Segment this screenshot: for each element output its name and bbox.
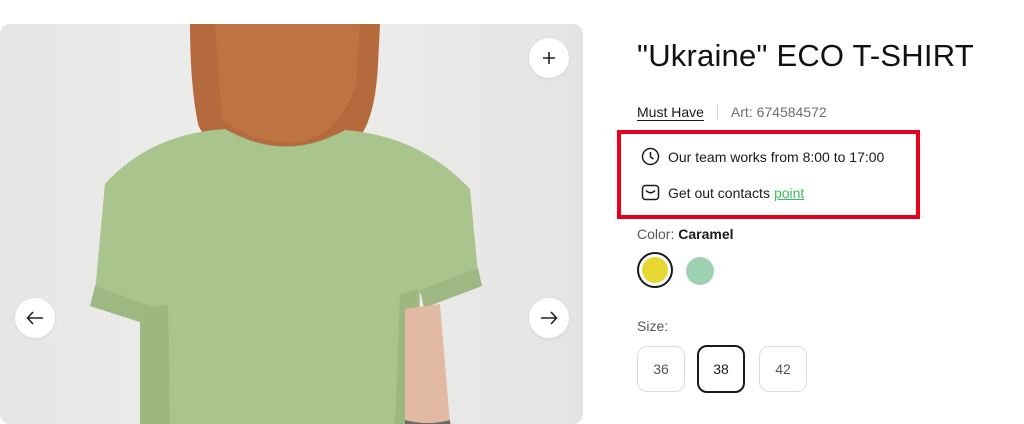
article-number: Art: 674584572 [730,104,827,120]
working-hours-text: Our team works from 8:00 to 17:00 [668,148,885,165]
swatch-fill [642,257,668,283]
brand-link[interactable]: Must Have [637,104,704,120]
product-meta: Must Have Art: 674584572 [637,104,827,120]
size-option-38[interactable]: 38 [697,345,745,393]
color-swatch-green[interactable] [686,257,714,285]
size-option-42[interactable]: 42 [759,346,807,392]
product-photo [90,24,482,424]
zoom-button[interactable] [529,38,569,78]
support-notice-box: Our team works from 8:00 to 17:00 Get ou… [617,130,920,219]
color-label: Color: Caramel [637,226,734,242]
previous-image-button[interactable] [15,298,55,338]
contacts-row: Get out contacts point [641,183,804,202]
arrow-right-icon [541,311,558,325]
meta-divider [716,104,718,120]
contacts-link[interactable]: point [774,185,804,201]
message-icon [641,184,660,201]
size-option-36[interactable]: 36 [637,346,685,392]
plus-icon [543,52,555,64]
arrow-left-icon [26,311,43,325]
next-image-button[interactable] [529,298,569,338]
product-gallery [0,24,583,424]
clock-icon [641,147,660,166]
contacts-text: Get out contacts [668,184,770,201]
selected-color-name: Caramel [678,226,734,242]
product-title: "Ukraine" ECO T-SHIRT [637,38,974,73]
color-swatch-yellow[interactable] [637,252,673,288]
working-hours-row: Our team works from 8:00 to 17:00 [641,147,884,166]
size-label: Size: [637,318,669,334]
